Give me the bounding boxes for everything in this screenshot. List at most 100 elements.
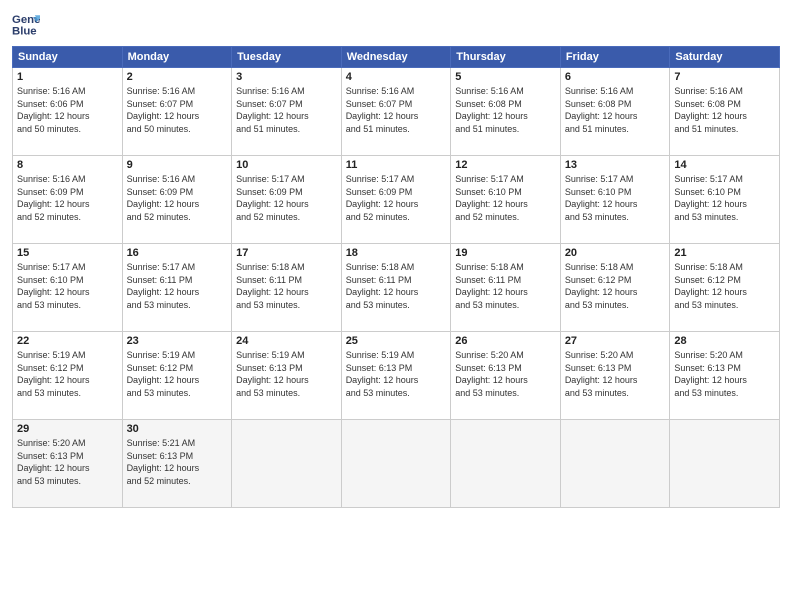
calendar-cell: 19 Sunrise: 5:18 AM Sunset: 6:11 PM Dayli… [451,244,561,332]
calendar-cell: 22 Sunrise: 5:19 AM Sunset: 6:12 PM Dayli… [13,332,123,420]
calendar-cell: 26 Sunrise: 5:20 AM Sunset: 6:13 PM Dayli… [451,332,561,420]
day-number: 9 [127,159,228,171]
calendar-header-row: SundayMondayTuesdayWednesdayThursdayFrid… [13,47,780,68]
day-info: Sunrise: 5:16 AM Sunset: 6:09 PM Dayligh… [17,173,118,223]
day-info: Sunrise: 5:17 AM Sunset: 6:09 PM Dayligh… [346,173,447,223]
calendar-row: 22 Sunrise: 5:19 AM Sunset: 6:12 PM Dayli… [13,332,780,420]
calendar-cell [670,420,780,508]
calendar-cell: 4 Sunrise: 5:16 AM Sunset: 6:07 PM Daylig… [341,68,451,156]
day-info: Sunrise: 5:18 AM Sunset: 6:11 PM Dayligh… [455,261,556,311]
calendar-cell: 18Sunrise: 5:18 AM Sunset: 6:11 PM Dayli… [341,244,451,332]
calendar-cell: 7 Sunrise: 5:16 AM Sunset: 6:08 PM Daylig… [670,68,780,156]
calendar-cell: 29Sunrise: 5:20 AM Sunset: 6:13 PM Dayli… [13,420,123,508]
weekday-header-friday: Friday [560,47,670,68]
day-number: 25 [346,335,447,347]
day-number: 29 [17,423,118,435]
day-info: Sunrise: 5:19 AM Sunset: 6:12 PM Dayligh… [127,349,228,399]
calendar-cell: 21 Sunrise: 5:18 AM Sunset: 6:12 PM Dayli… [670,244,780,332]
day-info: Sunrise: 5:18 AM Sunset: 6:12 PM Dayligh… [565,261,666,311]
day-number: 3 [236,71,337,83]
day-info: Sunrise: 5:20 AM Sunset: 6:13 PM Dayligh… [674,349,775,399]
day-number: 28 [674,335,775,347]
calendar-cell: 16 Sunrise: 5:17 AM Sunset: 6:11 PM Dayli… [122,244,232,332]
calendar-cell [232,420,342,508]
day-number: 23 [127,335,228,347]
calendar-cell: 30 Sunrise: 5:21 AM Sunset: 6:13 PM Dayli… [122,420,232,508]
day-info: Sunrise: 5:20 AM Sunset: 6:13 PM Dayligh… [455,349,556,399]
day-info: Sunrise: 5:19 AM Sunset: 6:13 PM Dayligh… [236,349,337,399]
day-number: 11 [346,159,447,171]
day-info: Sunrise: 5:18 AM Sunset: 6:12 PM Dayligh… [674,261,775,311]
calendar-cell: 12 Sunrise: 5:17 AM Sunset: 6:10 PM Dayli… [451,156,561,244]
day-info: Sunrise: 5:16 AM Sunset: 6:06 PM Dayligh… [17,85,118,135]
day-number: 30 [127,423,228,435]
day-number: 19 [455,247,556,259]
svg-text:Blue: Blue [12,26,37,38]
day-number: 21 [674,247,775,259]
calendar-cell: 28 Sunrise: 5:20 AM Sunset: 6:13 PM Dayli… [670,332,780,420]
day-number: 4 [346,71,447,83]
calendar-container: General Blue SundayMondayTuesdayWednesda… [0,0,792,612]
calendar-table: SundayMondayTuesdayWednesdayThursdayFrid… [12,46,780,508]
day-info: Sunrise: 5:16 AM Sunset: 6:08 PM Dayligh… [674,85,775,135]
calendar-cell: 15Sunrise: 5:17 AM Sunset: 6:10 PM Dayli… [13,244,123,332]
calendar-row: 8 Sunrise: 5:16 AM Sunset: 6:09 PM Daylig… [13,156,780,244]
day-number: 16 [127,247,228,259]
calendar-cell: 11 Sunrise: 5:17 AM Sunset: 6:09 PM Dayli… [341,156,451,244]
day-number: 2 [127,71,228,83]
weekday-header-thursday: Thursday [451,47,561,68]
calendar-cell: 8 Sunrise: 5:16 AM Sunset: 6:09 PM Daylig… [13,156,123,244]
day-info: Sunrise: 5:17 AM Sunset: 6:10 PM Dayligh… [565,173,666,223]
day-info: Sunrise: 5:17 AM Sunset: 6:10 PM Dayligh… [17,261,118,311]
calendar-cell [451,420,561,508]
header: General Blue [12,10,780,38]
calendar-cell: 3 Sunrise: 5:16 AM Sunset: 6:07 PM Daylig… [232,68,342,156]
calendar-cell: 23 Sunrise: 5:19 AM Sunset: 6:12 PM Dayli… [122,332,232,420]
calendar-cell: 5Sunrise: 5:16 AM Sunset: 6:08 PM Daylig… [451,68,561,156]
day-number: 12 [455,159,556,171]
day-number: 26 [455,335,556,347]
day-info: Sunrise: 5:17 AM Sunset: 6:09 PM Dayligh… [236,173,337,223]
day-info: Sunrise: 5:18 AM Sunset: 6:11 PM Dayligh… [236,261,337,311]
calendar-cell: 13 Sunrise: 5:17 AM Sunset: 6:10 PM Dayli… [560,156,670,244]
day-info: Sunrise: 5:16 AM Sunset: 6:07 PM Dayligh… [236,85,337,135]
day-info: Sunrise: 5:20 AM Sunset: 6:13 PM Dayligh… [565,349,666,399]
day-number: 27 [565,335,666,347]
calendar-row: 15Sunrise: 5:17 AM Sunset: 6:10 PM Dayli… [13,244,780,332]
weekday-header-sunday: Sunday [13,47,123,68]
day-info: Sunrise: 5:19 AM Sunset: 6:13 PM Dayligh… [346,349,447,399]
day-info: Sunrise: 5:16 AM Sunset: 6:09 PM Dayligh… [127,173,228,223]
day-info: Sunrise: 5:17 AM Sunset: 6:10 PM Dayligh… [674,173,775,223]
day-number: 6 [565,71,666,83]
day-info: Sunrise: 5:17 AM Sunset: 6:11 PM Dayligh… [127,261,228,311]
day-info: Sunrise: 5:16 AM Sunset: 6:08 PM Dayligh… [455,85,556,135]
day-info: Sunrise: 5:18 AM Sunset: 6:11 PM Dayligh… [346,261,447,311]
calendar-cell: 6 Sunrise: 5:16 AM Sunset: 6:08 PM Daylig… [560,68,670,156]
calendar-row: 29Sunrise: 5:20 AM Sunset: 6:13 PM Dayli… [13,420,780,508]
weekday-header-saturday: Saturday [670,47,780,68]
weekday-header-monday: Monday [122,47,232,68]
day-number: 20 [565,247,666,259]
calendar-cell: 2 Sunrise: 5:16 AM Sunset: 6:07 PM Daylig… [122,68,232,156]
day-info: Sunrise: 5:17 AM Sunset: 6:10 PM Dayligh… [455,173,556,223]
calendar-cell: 1Sunrise: 5:16 AM Sunset: 6:06 PM Daylig… [13,68,123,156]
day-number: 17 [236,247,337,259]
calendar-cell: 20 Sunrise: 5:18 AM Sunset: 6:12 PM Dayli… [560,244,670,332]
day-number: 8 [17,159,118,171]
day-number: 14 [674,159,775,171]
calendar-cell [341,420,451,508]
day-info: Sunrise: 5:19 AM Sunset: 6:12 PM Dayligh… [17,349,118,399]
calendar-cell: 10 Sunrise: 5:17 AM Sunset: 6:09 PM Dayli… [232,156,342,244]
calendar-body: 1Sunrise: 5:16 AM Sunset: 6:06 PM Daylig… [13,68,780,508]
weekday-header-tuesday: Tuesday [232,47,342,68]
day-info: Sunrise: 5:16 AM Sunset: 6:07 PM Dayligh… [127,85,228,135]
day-number: 10 [236,159,337,171]
day-number: 13 [565,159,666,171]
day-number: 7 [674,71,775,83]
day-number: 22 [17,335,118,347]
day-info: Sunrise: 5:21 AM Sunset: 6:13 PM Dayligh… [127,437,228,487]
day-info: Sunrise: 5:16 AM Sunset: 6:07 PM Dayligh… [346,85,447,135]
calendar-cell: 27 Sunrise: 5:20 AM Sunset: 6:13 PM Dayli… [560,332,670,420]
day-info: Sunrise: 5:16 AM Sunset: 6:08 PM Dayligh… [565,85,666,135]
weekday-header-wednesday: Wednesday [341,47,451,68]
